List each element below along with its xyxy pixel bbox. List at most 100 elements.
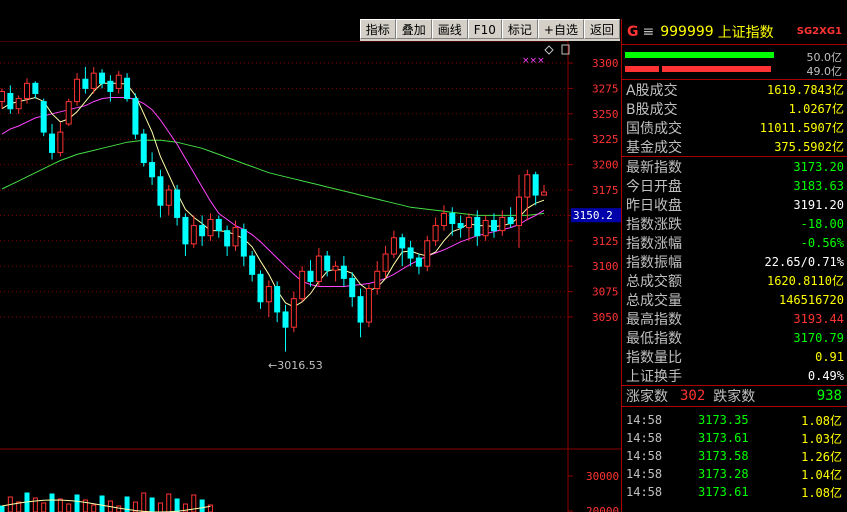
tick-time: 14:58 [626, 449, 663, 463]
candle-body [307, 270, 314, 282]
turnover-label: A股成交 [626, 82, 678, 99]
decline-count: 938 [816, 388, 842, 404]
price-tick-label: 3050 [592, 311, 619, 324]
down-volume-value: 49.0亿 [806, 65, 843, 78]
tick-price: 3173.58 [698, 449, 749, 463]
indicator-button[interactable]: 指标 [359, 19, 396, 39]
stats-label: 总成交额 [626, 273, 682, 290]
candle-body [65, 101, 72, 125]
stats-row: 指数涨幅 -0.56% [622, 233, 847, 252]
quote-panel: G ≡ 999999 上证指数 SG2XG1 50.0亿 49.0亿 A股成交 1… [621, 19, 847, 512]
candle-body [190, 225, 197, 245]
candle-body [40, 101, 47, 133]
price-tick-label: 3200 [592, 159, 619, 172]
candle-body [515, 196, 522, 227]
low-annotation: ←3016.53 [268, 359, 323, 372]
down-bar-fill-b [662, 66, 771, 72]
tick-price: 3173.61 [698, 485, 749, 499]
stats-row: 昨日收盘 3191.20 [622, 195, 847, 214]
tick-price: 3173.61 [698, 431, 749, 445]
candle-body [49, 133, 56, 153]
turnover-label: B股成交 [626, 101, 678, 118]
down-volume-bar: 49.0亿 [622, 63, 847, 78]
f10-button[interactable]: F10 [467, 19, 502, 39]
stats-row: 指数涨跌 -18.00 [622, 214, 847, 233]
stats-row: 今日开盘 3183.63 [622, 176, 847, 195]
turnover-list: A股成交 1619.7843亿 B股成交 1.0267亿 国债成交 11011.5907亿… [622, 79, 847, 156]
price-tick-label: 3175 [592, 184, 619, 197]
stats-label: 昨日收盘 [626, 197, 682, 214]
tick-price: 3173.35 [698, 413, 749, 427]
candle-body [457, 223, 464, 229]
volume-bar [149, 497, 155, 512]
stats-label: 最低指数 [626, 330, 682, 347]
price-tick-label: 3250 [592, 108, 619, 121]
kline-chart[interactable]: 3300327532503225320031753150312531003075… [0, 41, 621, 512]
volume-bar [0, 505, 5, 512]
mark-button[interactable]: 标记 [501, 19, 538, 39]
stats-row: 指数振幅 22.65/0.71% [622, 252, 847, 271]
chart-toolbar: 指标 叠加 画线 F10 标记 +自选 返回 [359, 19, 620, 41]
candle-body [332, 265, 339, 271]
candle-body [374, 270, 381, 290]
stats-value: 146516720 [778, 292, 844, 307]
stats-row: 总成交额 1620.8110亿 [622, 271, 847, 290]
advance-decline: 涨家数 302 跌家数 938 [622, 385, 847, 407]
candle-body [182, 216, 189, 245]
stats-row: 最高指数 3193.44 [622, 309, 847, 328]
candle-body [74, 78, 81, 103]
candle-body [415, 257, 422, 267]
candle-body [349, 277, 356, 298]
stats-list: 最新指数 3173.20 今日开盘 3183.63 昨日收盘 3191.20 指数涨跌 -18… [622, 156, 847, 385]
tick-row: 14:58 3173.58 1.26亿 [622, 447, 847, 465]
up-volume-bar: 50.0亿 [622, 49, 847, 64]
current-price-label: 3150.2 [573, 209, 613, 222]
candle-body [290, 298, 297, 328]
overlay-button[interactable]: 叠加 [395, 19, 432, 39]
turnover-label: 基金成交 [626, 139, 682, 156]
tick-amount: 1.03亿 [801, 431, 842, 446]
advance-label: 涨家数 [626, 389, 668, 405]
candle-body [541, 191, 547, 196]
stats-value: 3170.79 [793, 330, 844, 345]
volume-bar [49, 493, 55, 512]
menu-icon[interactable]: ≡ [643, 24, 655, 40]
stock-name: 上证指数 [717, 24, 774, 41]
price-tick-label: 3100 [592, 260, 619, 273]
candle-body [424, 240, 431, 267]
price-tick-label: 3075 [592, 286, 619, 299]
add-watchlist-button[interactable]: +自选 [537, 19, 584, 39]
diamond-icon [544, 45, 554, 55]
candle-body [149, 162, 156, 178]
candle-body [224, 230, 231, 247]
candle-body [399, 237, 406, 249]
logo-icon: G [627, 23, 639, 40]
turnover-value: 11011.5907亿 [759, 121, 844, 135]
candle-body [174, 189, 181, 218]
candle-body [157, 176, 164, 206]
volume-bar [199, 499, 205, 512]
back-button[interactable]: 返回 [583, 19, 620, 39]
turnover-label: 国债成交 [626, 120, 682, 137]
candle-body [240, 229, 247, 257]
turnover-row: 国债成交 11011.5907亿 [622, 118, 847, 137]
volume-bar [91, 504, 97, 512]
candle-body [390, 237, 397, 255]
candle-body [124, 77, 131, 100]
candle-body [365, 288, 372, 323]
ma10-line [1, 97, 545, 287]
stats-value: 1620.8110亿 [766, 274, 844, 288]
stats-row: 最低指数 3170.79 [622, 328, 847, 347]
candle-body [132, 98, 139, 135]
candle-body [107, 80, 114, 92]
candle-body [257, 273, 264, 303]
stats-label: 指数振幅 [626, 254, 682, 271]
tick-list: 14:58 3173.35 1.08亿 14:58 3173.61 1.03亿 14:58 3… [622, 407, 847, 501]
draw-line-button[interactable]: 画线 [431, 19, 468, 39]
candle-body [115, 74, 122, 89]
turnover-row: A股成交 1619.7843亿 [622, 80, 847, 99]
tick-row: 14:58 3173.61 1.03亿 [622, 429, 847, 447]
candle-body [482, 219, 489, 237]
candle-body [507, 216, 514, 225]
tick-price: 3173.28 [698, 467, 749, 481]
